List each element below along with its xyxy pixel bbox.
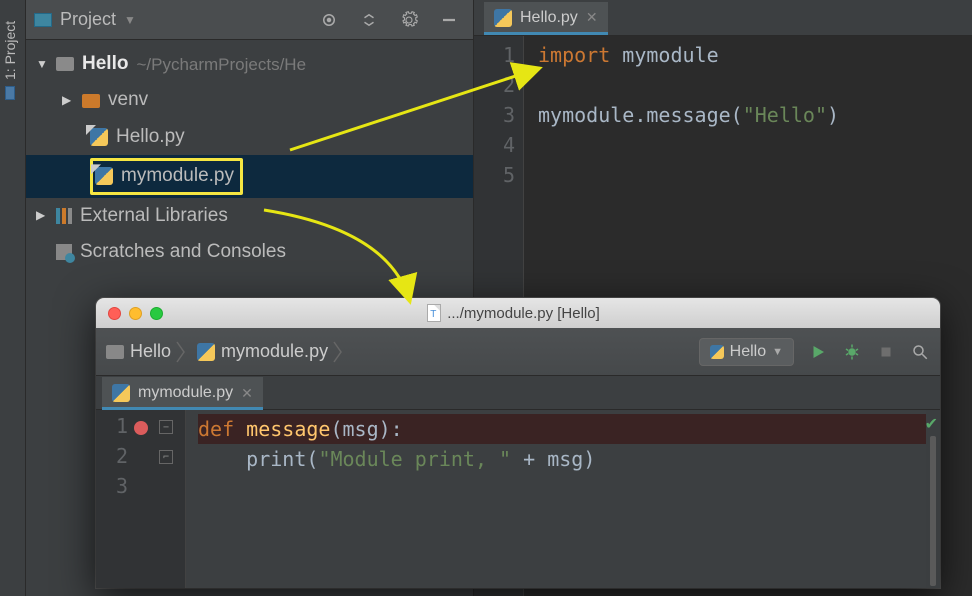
editor-tabs: Hello.py ✕ xyxy=(474,0,972,36)
tree-item-venv[interactable]: ▶ venv xyxy=(26,82,473,118)
tree-item-hello-py[interactable]: Hello.py xyxy=(26,119,473,155)
python-file-icon xyxy=(90,128,108,146)
locate-icon[interactable] xyxy=(313,4,345,36)
line-number: 1 xyxy=(96,414,128,444)
zoom-window-icon[interactable] xyxy=(150,307,163,320)
python-file-icon xyxy=(95,167,113,185)
file-name: Hello.py xyxy=(116,122,185,152)
close-window-icon[interactable] xyxy=(108,307,121,320)
python-file-icon xyxy=(494,9,512,27)
code-line[interactable]: import mymodule xyxy=(538,40,972,70)
window-title: .../mymodule.py [Hello] xyxy=(171,304,856,322)
chevron-down-icon[interactable]: ▼ xyxy=(36,55,48,74)
crumb-label: Hello xyxy=(130,341,171,362)
tree-item-mymodule-py[interactable]: mymodule.py xyxy=(26,155,473,197)
chevron-right-icon[interactable]: ▶ xyxy=(36,206,48,225)
project-view-icon xyxy=(34,13,52,27)
minimize-window-icon[interactable] xyxy=(129,307,142,320)
tab-mymodule-py[interactable]: mymodule.py ✕ xyxy=(102,377,263,409)
stop-button[interactable] xyxy=(876,342,896,362)
python-file-icon xyxy=(112,384,130,402)
tree-root[interactable]: ▼ Hello ~/PycharmProjects/He xyxy=(26,46,473,82)
fold-icon[interactable]: − xyxy=(159,420,173,434)
line-number: 1 xyxy=(474,40,515,70)
file-name: mymodule.py xyxy=(121,161,234,191)
file-name: venv xyxy=(108,85,148,115)
folder-icon xyxy=(56,57,74,71)
floating-editor-window: .../mymodule.py [Hello] Hello mymodule.p… xyxy=(96,298,940,588)
inspection-ok-icon[interactable]: ✔ xyxy=(925,414,938,434)
tab-label: mymodule.py xyxy=(138,384,233,402)
close-icon[interactable]: ✕ xyxy=(241,385,253,402)
code-line[interactable]: mymodule.message("Hello") xyxy=(538,100,972,130)
navigation-bar: Hello mymodule.py Hello ▼ xyxy=(96,328,940,376)
tree-item-external-libraries[interactable]: ▶ External Libraries xyxy=(26,198,473,234)
expand-all-icon[interactable] xyxy=(353,4,385,36)
close-icon[interactable]: ✕ xyxy=(586,9,598,26)
project-tool-button[interactable]: 1: Project xyxy=(2,21,18,100)
crumb-file[interactable]: mymodule.py xyxy=(197,341,328,362)
crumb-project[interactable]: Hello xyxy=(106,341,171,362)
file-name: External Libraries xyxy=(80,201,228,231)
project-strip-icon xyxy=(5,86,15,100)
project-title: Project xyxy=(60,9,116,30)
code-line[interactable] xyxy=(198,474,940,504)
debug-button[interactable] xyxy=(842,342,862,362)
float-editor-tabs: mymodule.py ✕ xyxy=(96,376,940,410)
root-name: Hello xyxy=(82,49,128,79)
line-number: 2 xyxy=(96,444,128,474)
line-number: 4 xyxy=(474,130,515,160)
search-icon[interactable] xyxy=(910,342,930,362)
window-controls xyxy=(108,307,163,320)
float-code-lines[interactable]: def message(msg): print("Module print, "… xyxy=(186,410,940,588)
python-icon xyxy=(710,345,724,359)
breadcrumb-separator xyxy=(332,337,350,367)
minimize-icon[interactable] xyxy=(433,4,465,36)
project-strip-label: 1: Project xyxy=(2,21,18,80)
file-icon xyxy=(427,304,441,322)
crumb-label: mymodule.py xyxy=(221,341,328,362)
float-code-editor[interactable]: 1 2 3 − ⌐ def message(msg): print("Modul… xyxy=(96,410,940,588)
chevron-down-icon: ▼ xyxy=(772,346,783,358)
tab-label: Hello.py xyxy=(520,9,578,27)
scratch-icon xyxy=(56,244,72,260)
scrollbar-track[interactable] xyxy=(930,436,936,586)
line-number: 3 xyxy=(474,100,515,130)
line-number: 2 xyxy=(474,70,515,100)
breakpoint-icon[interactable] xyxy=(134,421,148,435)
code-line[interactable] xyxy=(538,70,972,100)
fold-end-icon[interactable]: ⌐ xyxy=(159,450,173,464)
code-line[interactable] xyxy=(538,130,972,160)
tree-item-scratches[interactable]: Scratches and Consoles xyxy=(26,234,473,270)
code-line[interactable]: print("Module print, " + msg) xyxy=(198,444,940,474)
code-line[interactable]: def message(msg): xyxy=(198,414,940,444)
float-editor-gutter: 1 2 3 − ⌐ xyxy=(96,410,186,588)
run-config-label: Hello xyxy=(730,343,766,361)
breadcrumb-separator xyxy=(175,337,193,367)
run-button[interactable] xyxy=(808,342,828,362)
folder-icon xyxy=(106,345,124,359)
root-path: ~/PycharmProjects/He xyxy=(136,51,306,78)
libraries-icon xyxy=(56,208,72,224)
project-toolbar: Project ▼ xyxy=(26,0,473,40)
right-gutter xyxy=(926,410,940,588)
window-titlebar[interactable]: .../mymodule.py [Hello] xyxy=(96,298,940,328)
project-view-selector[interactable]: ▼ xyxy=(124,13,136,27)
python-file-icon xyxy=(197,343,215,361)
line-number: 5 xyxy=(474,160,515,190)
highlight-box: mymodule.py xyxy=(90,158,243,194)
line-number: 3 xyxy=(96,474,128,504)
tab-hello-py[interactable]: Hello.py ✕ xyxy=(484,2,608,34)
tool-window-strip: 1: Project xyxy=(0,0,26,596)
window-title-text: .../mymodule.py [Hello] xyxy=(447,305,600,322)
folder-icon xyxy=(82,94,100,108)
file-name: Scratches and Consoles xyxy=(80,237,286,267)
chevron-right-icon[interactable]: ▶ xyxy=(62,91,74,110)
code-line[interactable] xyxy=(538,160,972,190)
run-configuration-selector[interactable]: Hello ▼ xyxy=(699,338,794,366)
settings-icon[interactable] xyxy=(393,4,425,36)
